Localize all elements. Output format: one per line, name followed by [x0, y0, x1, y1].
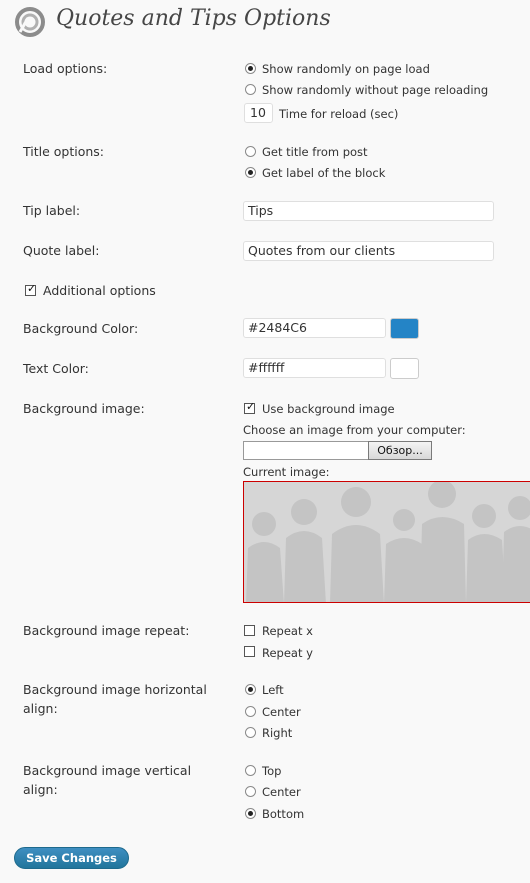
settings-logo-icon: [15, 7, 45, 37]
radio-horizontal-right[interactable]: [245, 727, 256, 738]
horizontal-align-label-line2: align:: [23, 701, 58, 716]
title-options-label: Title options:: [23, 144, 105, 159]
text-color-label: Text Color:: [23, 361, 89, 376]
title-option-1-label: Get title from post: [262, 145, 368, 159]
quote-label-label: Quote label:: [23, 243, 100, 258]
use-background-image-label: Use background image: [262, 402, 395, 416]
load-option-2-label: Show randomly without page reloading: [262, 83, 489, 97]
vertical-align-label-line1: Background image vertical: [23, 763, 192, 778]
background-color-input[interactable]: #2484C6: [243, 318, 386, 338]
repeat-y-checkbox[interactable]: [244, 646, 255, 657]
background-color-label: Background Color:: [23, 321, 139, 336]
checkmark-icon: ✓: [246, 400, 256, 413]
use-background-image-checkbox[interactable]: ✓: [244, 400, 256, 414]
save-changes-button[interactable]: Save Changes: [14, 847, 129, 869]
current-image-preview: [243, 481, 530, 603]
background-image-label: Background image:: [23, 401, 145, 416]
quote-label-input[interactable]: Quotes from our clients: [243, 241, 494, 261]
text-color-swatch[interactable]: [390, 358, 419, 379]
vertical-align-label-line2: align:: [23, 782, 58, 797]
page-title: Quotes and Tips Options: [56, 6, 331, 31]
additional-options-label: Additional options: [43, 283, 156, 298]
radio-horizontal-left[interactable]: [245, 684, 256, 695]
current-image-label: Current image:: [243, 465, 330, 479]
radio-title-from-post[interactable]: [245, 146, 256, 157]
title-option-2-label: Get label of the block: [262, 166, 386, 180]
load-options-label: Load options:: [23, 61, 108, 76]
vertical-top-label: Top: [262, 764, 282, 778]
background-color-swatch[interactable]: [390, 318, 419, 339]
radio-vertical-center[interactable]: [245, 786, 256, 797]
horizontal-right-label: Right: [262, 726, 293, 740]
horizontal-center-label: Center: [262, 705, 301, 719]
radio-load-without-reload[interactable]: [245, 84, 256, 95]
checkmark-icon: ✓: [27, 282, 37, 295]
radio-horizontal-center[interactable]: [245, 706, 256, 717]
reload-time-input[interactable]: 10: [244, 103, 273, 123]
text-color-input[interactable]: #ffffff: [243, 358, 386, 378]
tip-label-label: Tip label:: [23, 203, 81, 218]
radio-load-on-page-load[interactable]: [245, 63, 256, 74]
radio-vertical-top[interactable]: [245, 765, 256, 776]
radio-vertical-bottom[interactable]: [245, 808, 256, 819]
load-option-1-label: Show randomly on page load: [262, 62, 430, 76]
image-repeat-label: Background image repeat:: [23, 623, 190, 638]
vertical-center-label: Center: [262, 785, 301, 799]
reload-time-label: Time for reload (sec): [279, 107, 399, 121]
horizontal-align-label-line1: Background image horizontal: [23, 682, 207, 697]
radio-title-block-label[interactable]: [245, 167, 256, 178]
additional-options-checkbox[interactable]: ✓: [25, 282, 37, 296]
vertical-bottom-label: Bottom: [262, 807, 305, 821]
browse-button[interactable]: Обзор...: [368, 441, 432, 460]
repeat-x-label: Repeat x: [262, 624, 313, 638]
repeat-x-checkbox[interactable]: [244, 625, 255, 636]
horizontal-left-label: Left: [262, 683, 284, 697]
tip-label-input[interactable]: Tips: [243, 201, 494, 221]
file-path-field[interactable]: [243, 441, 369, 460]
choose-image-label: Choose an image from your computer:: [243, 423, 466, 437]
repeat-y-label: Repeat y: [262, 646, 313, 660]
people-silhouettes-image: [244, 482, 530, 602]
